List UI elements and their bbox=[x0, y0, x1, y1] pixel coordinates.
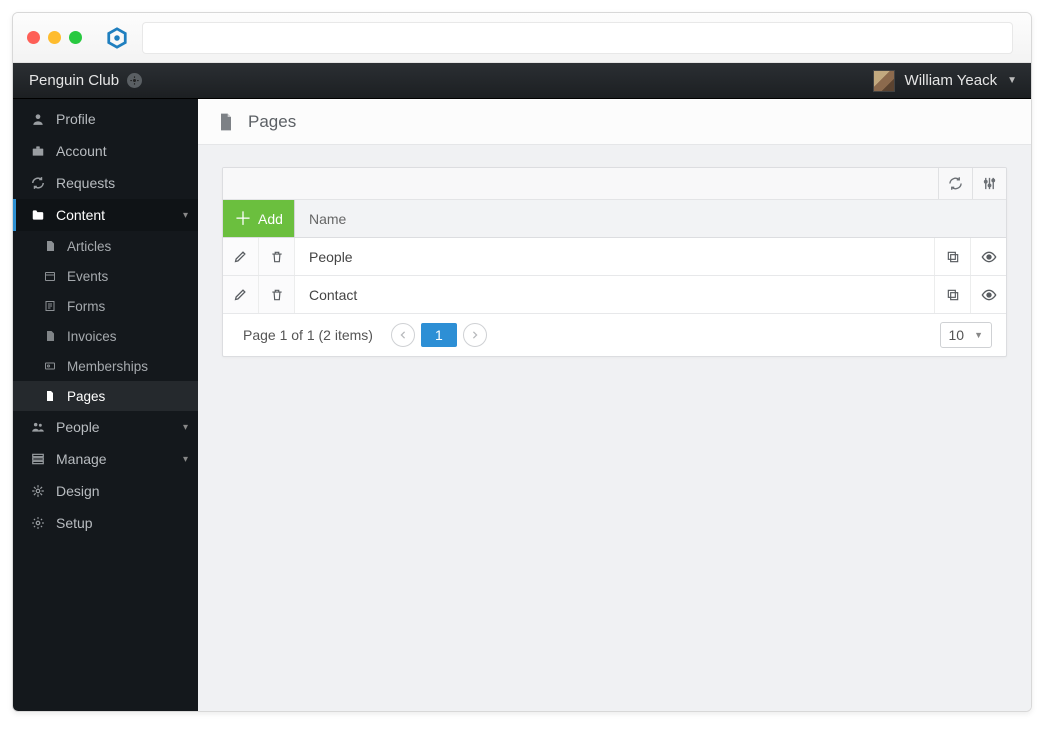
sidebar-subitem-events[interactable]: Events bbox=[13, 261, 198, 291]
chevron-down-icon: ▼ bbox=[974, 330, 983, 340]
grid-header-row: ＋ Add Name bbox=[223, 200, 1006, 238]
chevron-down-icon: ▾ bbox=[183, 210, 188, 221]
sidebar-item-design[interactable]: Design bbox=[13, 475, 198, 507]
prev-page-button[interactable] bbox=[391, 323, 415, 347]
delete-row-button[interactable] bbox=[259, 276, 295, 313]
duplicate-row-button[interactable] bbox=[934, 276, 970, 313]
browser-titlebar bbox=[13, 13, 1031, 63]
next-page-button[interactable] bbox=[463, 323, 487, 347]
user-menu[interactable]: William Yeack ▼ bbox=[873, 70, 1017, 92]
page-title: Pages bbox=[248, 112, 296, 132]
sidebar-item-account[interactable]: Account bbox=[13, 135, 198, 167]
sidebar-subitem-forms[interactable]: Forms bbox=[13, 291, 198, 321]
folder-icon bbox=[30, 208, 46, 222]
grid-footer: Page 1 of 1 (2 items) 1 bbox=[223, 314, 1006, 356]
sidebar-item-content[interactable]: Content ▾ bbox=[13, 199, 198, 231]
pager-summary: Page 1 of 1 (2 items) bbox=[237, 327, 373, 343]
gear-icon bbox=[30, 516, 46, 530]
traffic-lights bbox=[27, 31, 82, 44]
sidebar-subitem-invoices[interactable]: Invoices bbox=[13, 321, 198, 351]
people-icon bbox=[30, 420, 46, 434]
pages-grid: ＋ Add Name People bbox=[222, 167, 1007, 357]
org-name: Penguin Club bbox=[29, 72, 119, 89]
user-icon bbox=[30, 112, 46, 126]
add-button-label: Add bbox=[258, 211, 283, 227]
sidebar-item-requests[interactable]: Requests bbox=[13, 167, 198, 199]
chevron-down-icon: ▼ bbox=[1007, 75, 1017, 86]
delete-row-button[interactable] bbox=[259, 238, 295, 275]
grid-toolbar bbox=[223, 168, 1006, 200]
app-shell: Penguin Club William Yeack ▼ Profile bbox=[13, 63, 1031, 711]
column-settings-button[interactable] bbox=[972, 168, 1006, 199]
sidebar-item-manage[interactable]: Manage ▾ bbox=[13, 443, 198, 475]
sidebar-item-label: Memberships bbox=[67, 359, 148, 374]
window-minimize-button[interactable] bbox=[48, 31, 61, 44]
chevron-down-icon: ▾ bbox=[183, 422, 188, 433]
sidebar-item-label: Invoices bbox=[67, 329, 117, 344]
hex-favicon-icon bbox=[106, 27, 128, 49]
sidebar-item-label: Articles bbox=[67, 239, 111, 254]
page-icon bbox=[43, 390, 57, 402]
invoice-icon bbox=[43, 330, 57, 342]
sidebar-item-label: Requests bbox=[56, 175, 115, 191]
sidebar-item-label: Pages bbox=[67, 389, 105, 404]
org-settings-icon[interactable] bbox=[127, 73, 142, 88]
duplicate-row-button[interactable] bbox=[934, 238, 970, 275]
page-size-select[interactable]: 10 ▼ bbox=[940, 322, 993, 348]
page-size-value: 10 bbox=[949, 327, 965, 343]
calendar-icon bbox=[43, 270, 57, 282]
user-name: William Yeack bbox=[905, 72, 998, 89]
column-header-name[interactable]: Name bbox=[295, 200, 1006, 237]
view-row-button[interactable] bbox=[970, 238, 1006, 275]
sidebar-item-label: Design bbox=[56, 483, 100, 499]
sidebar-item-label: People bbox=[56, 419, 100, 435]
document-icon bbox=[43, 240, 57, 252]
add-button[interactable]: ＋ Add bbox=[223, 200, 295, 237]
address-bar[interactable] bbox=[142, 22, 1013, 54]
edit-row-button[interactable] bbox=[223, 276, 259, 313]
sidebar-item-label: Manage bbox=[56, 451, 107, 467]
edit-row-button[interactable] bbox=[223, 238, 259, 275]
manage-icon bbox=[30, 452, 46, 466]
browser-frame: Penguin Club William Yeack ▼ Profile bbox=[12, 12, 1032, 712]
window-zoom-button[interactable] bbox=[69, 31, 82, 44]
pager-nav: 1 bbox=[391, 323, 487, 347]
row-name-cell: Contact bbox=[295, 276, 934, 313]
sidebar-subitem-articles[interactable]: Articles bbox=[13, 231, 198, 261]
view-row-button[interactable] bbox=[970, 276, 1006, 313]
row-name-cell: People bbox=[295, 238, 934, 275]
sidebar-item-label: Forms bbox=[67, 299, 105, 314]
page-header: Pages bbox=[198, 99, 1031, 145]
current-page[interactable]: 1 bbox=[421, 323, 457, 347]
design-icon bbox=[30, 484, 46, 498]
sidebar-item-label: Content bbox=[56, 207, 105, 223]
sidebar-item-label: Account bbox=[56, 143, 107, 159]
main-content: Pages bbox=[198, 99, 1031, 711]
sidebar-item-setup[interactable]: Setup bbox=[13, 507, 198, 539]
sidebar-subitem-pages[interactable]: Pages bbox=[13, 381, 198, 411]
sidebar-item-label: Setup bbox=[56, 515, 93, 531]
form-icon bbox=[43, 300, 57, 312]
briefcase-icon bbox=[30, 144, 46, 158]
chevron-down-icon: ▾ bbox=[183, 454, 188, 465]
refresh-button[interactable] bbox=[938, 168, 972, 199]
sidebar-item-profile[interactable]: Profile bbox=[13, 103, 198, 135]
idcard-icon bbox=[43, 360, 57, 372]
sidebar-subitem-memberships[interactable]: Memberships bbox=[13, 351, 198, 381]
app-topbar: Penguin Club William Yeack ▼ bbox=[13, 63, 1031, 99]
window-close-button[interactable] bbox=[27, 31, 40, 44]
table-row: People bbox=[223, 238, 1006, 276]
table-row: Contact bbox=[223, 276, 1006, 314]
page-icon bbox=[216, 112, 236, 132]
sidebar-item-label: Profile bbox=[56, 111, 96, 127]
avatar bbox=[873, 70, 895, 92]
sidebar-item-label: Events bbox=[67, 269, 108, 284]
sidebar-item-people[interactable]: People ▾ bbox=[13, 411, 198, 443]
sidebar: Profile Account Requests bbox=[13, 99, 198, 711]
refresh-icon bbox=[30, 176, 46, 190]
